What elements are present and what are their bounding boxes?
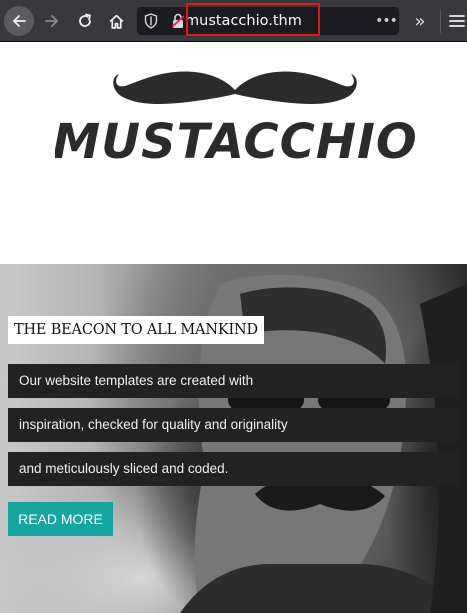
hamburger-menu-icon bbox=[448, 15, 465, 27]
hero-text-line: inspiration, checked for quality and ori… bbox=[8, 408, 459, 442]
reload-button[interactable] bbox=[70, 6, 100, 36]
site-logo[interactable]: MUSTACCHIO bbox=[55, 60, 415, 170]
back-button[interactable] bbox=[4, 6, 34, 36]
back-arrow-icon bbox=[13, 15, 26, 27]
overflow-chevron-icon[interactable]: » bbox=[405, 6, 435, 36]
web-page: MUSTACCHIO THE BEACON TO ALL MANKIND Our… bbox=[0, 42, 467, 613]
address-bar[interactable]: mustacchio.thm ••• bbox=[137, 7, 399, 35]
toolbar-divider bbox=[440, 9, 441, 33]
read-more-button[interactable]: READ MORE bbox=[8, 502, 113, 536]
shield-icon[interactable] bbox=[144, 13, 158, 29]
lock-icon[interactable] bbox=[172, 13, 184, 29]
hero-text-line: and meticulously sliced and coded. bbox=[8, 452, 459, 486]
home-button[interactable] bbox=[101, 6, 131, 36]
reload-icon bbox=[79, 13, 91, 27]
url-text[interactable]: mustacchio.thm bbox=[185, 7, 302, 35]
hero-title: THE BEACON TO ALL MANKIND bbox=[8, 316, 264, 344]
browser-toolbar: mustacchio.thm ••• » bbox=[0, 0, 467, 42]
hero-banner: THE BEACON TO ALL MANKIND Our website te… bbox=[0, 264, 467, 613]
forward-arrow-icon bbox=[45, 15, 58, 27]
more-actions-icon[interactable]: ••• bbox=[375, 9, 398, 33]
mustache-icon bbox=[113, 71, 357, 104]
hero-text-line: Our website templates are created with bbox=[8, 364, 459, 398]
logo-wordmark: MUSTACCHIO bbox=[55, 114, 415, 170]
menu-button[interactable] bbox=[446, 6, 467, 36]
forward-button[interactable] bbox=[37, 6, 67, 36]
home-icon bbox=[109, 14, 123, 29]
